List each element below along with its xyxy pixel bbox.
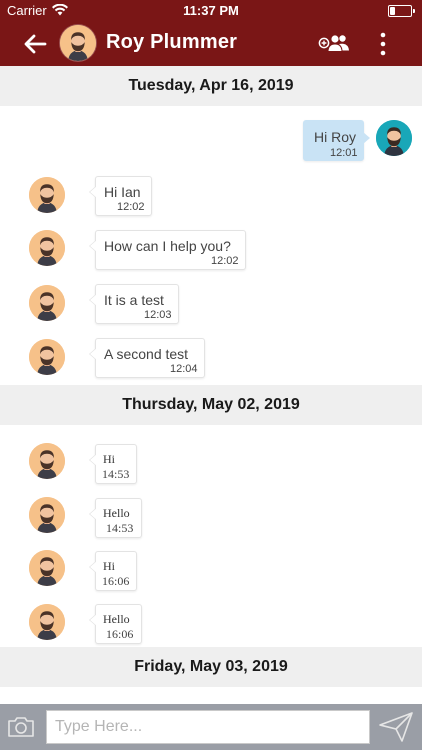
message-text: Hi Ian [104,184,141,200]
camera-icon [8,717,34,737]
contact-avatar [29,443,65,479]
date-label: Tuesday, Apr 16, 2019 [128,77,294,94]
date-separator: Thursday, May 02, 2019 [0,385,422,425]
incoming-message[interactable]: A second test 12:04 [89,338,205,378]
message-text: Hi Roy [314,129,357,145]
message-input-bar [0,704,422,750]
camera-button[interactable] [6,714,36,740]
user-avatar [376,120,412,156]
message-text: Hi [103,559,115,573]
incoming-message[interactable]: Hi 14:53 [89,444,137,484]
message-time: 12:02 [211,255,239,267]
message-text: Hello [103,506,130,520]
message-text: How can I help you? [104,238,231,254]
message-text: Hi [103,452,115,466]
message-time: 12:03 [144,309,172,321]
back-button[interactable] [20,31,50,57]
battery-icon [388,5,415,17]
incoming-message[interactable]: Hello 16:06 [89,604,142,644]
send-icon [379,712,413,742]
message-time: 14:53 [106,521,134,535]
incoming-message[interactable]: It is a test 12:03 [89,284,179,324]
contact-avatar [29,604,65,640]
incoming-message[interactable]: Hello 14:53 [89,498,142,538]
contact-avatar [29,285,65,321]
message-time: 14:53 [102,467,130,481]
more-options-button[interactable] [371,30,395,58]
date-separator: Tuesday, Apr 16, 2019 [0,66,422,106]
chat-header: Roy Plummer [0,22,422,66]
message-text: Hello [103,612,130,626]
date-label: Friday, May 03, 2019 [134,658,288,675]
contact-avatar [29,497,65,533]
contact-avatar [29,177,65,213]
incoming-message[interactable]: Hi 16:06 [89,551,137,591]
message-time: 12:04 [170,363,198,375]
incoming-message[interactable]: How can I help you? 12:02 [89,230,246,270]
message-time: 12:02 [117,201,145,213]
outgoing-message[interactable]: Hi Roy 12:01 [303,120,370,161]
message-time: 12:01 [330,147,358,159]
top-bar: Carrier 11:37 PM Roy Plummer [0,0,422,66]
message-time: 16:06 [102,574,130,588]
back-arrow-icon [24,34,47,54]
clock: 11:37 PM [183,3,239,18]
more-vertical-icon [380,32,386,56]
status-bar: Carrier 11:37 PM [0,0,422,22]
contact-avatar [29,339,65,375]
date-label: Thursday, May 02, 2019 [122,396,300,413]
send-button[interactable] [378,711,414,743]
contact-avatar [29,550,65,586]
contact-name[interactable]: Roy Plummer [106,31,237,54]
date-separator: Friday, May 03, 2019 [0,647,422,687]
chat-messages[interactable]: Tuesday, Apr 16, 2019 Hi Roy 12:01 Hi Ia… [0,66,422,704]
message-text: A second test [104,346,189,362]
add-group-button[interactable] [318,31,352,57]
message-text: It is a test [104,292,164,308]
contact-avatar[interactable] [60,25,96,61]
contact-avatar [29,230,65,266]
incoming-message[interactable]: Hi Ian 12:02 [89,176,152,216]
add-group-icon [318,35,349,51]
message-time: 16:06 [106,627,134,641]
message-input[interactable] [46,710,370,744]
